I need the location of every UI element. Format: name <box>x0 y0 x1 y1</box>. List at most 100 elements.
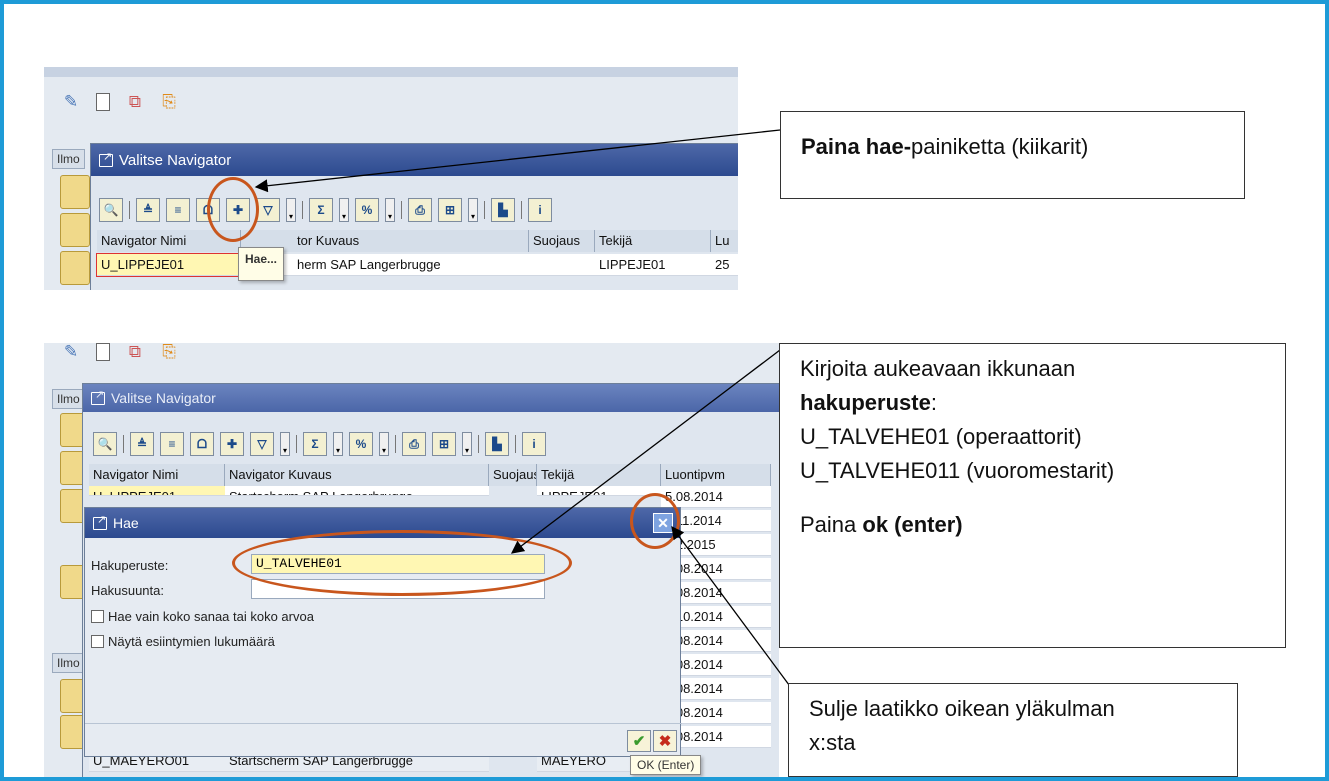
callout-search-button: Paina hae-painiketta (kiikarit) <box>780 111 1245 199</box>
sum-icon[interactable]: Σ <box>309 198 333 222</box>
column-header[interactable]: Suojaus <box>489 464 537 486</box>
callout-line: U_TALVEHE01 (operaattorit) <box>800 424 1082 449</box>
sort-asc-icon[interactable]: ≜ <box>136 198 160 222</box>
new-document-icon[interactable] <box>96 93 110 111</box>
dialog-title: Valitse Navigator <box>111 390 216 406</box>
checkbox-label: Näytä esiintymien lukumäärä <box>108 634 275 649</box>
transport-icon[interactable]: ⎘ <box>160 92 178 111</box>
callout-bold: hakuperuste <box>800 390 931 415</box>
print-icon[interactable]: ⎙ <box>408 198 432 222</box>
callout-bold: ok (enter) <box>862 512 963 537</box>
print-icon[interactable]: ⎙ <box>402 432 426 456</box>
details-icon[interactable]: 🔍 <box>93 432 117 456</box>
subtotal-icon[interactable]: % <box>349 432 373 456</box>
checkbox-box[interactable] <box>91 635 104 648</box>
dropdown-icon[interactable]: ▾ <box>339 198 349 222</box>
layout-icon[interactable]: ⊞ <box>432 432 456 456</box>
binoculars-highlight <box>207 177 259 242</box>
table-cell[interactable]: U_LIPPEJE01 <box>96 253 240 277</box>
dropdown-icon[interactable]: ▾ <box>379 432 389 456</box>
column-header[interactable]: Navigator Kuvaus <box>225 464 489 486</box>
side-button[interactable] <box>60 251 90 285</box>
cancel-button[interactable]: ✖ <box>653 730 677 752</box>
info-icon[interactable]: i <box>528 198 552 222</box>
dropdown-icon[interactable]: ▾ <box>385 198 395 222</box>
info-icon[interactable]: i <box>522 432 546 456</box>
callout-close: Sulje laatikko oikean yläkulman x:sta <box>788 683 1238 777</box>
subtotal-icon[interactable]: % <box>355 198 379 222</box>
column-header[interactable]: Luontipvm <box>661 464 771 486</box>
dropdown-icon[interactable]: ▾ <box>468 198 478 222</box>
callout-bold: Paina hae- <box>801 134 912 159</box>
copy-icon[interactable]: ⧉ <box>126 92 144 111</box>
ok-tooltip: OK (Enter) <box>630 755 702 775</box>
search-dialog-title: Hae <box>113 515 139 531</box>
callout-line: Sulje laatikko oikean yläkulman <box>809 696 1115 721</box>
table-cell[interactable]: 5.08.2014 <box>661 486 771 508</box>
search-field-highlight <box>232 530 572 596</box>
column-header[interactable]: Lu <box>711 230 738 252</box>
callout-line: hakuperuste: <box>800 386 1265 420</box>
ok-button[interactable]: ✔ <box>627 730 651 752</box>
edit-icon[interactable]: ✎ <box>62 92 80 111</box>
callout-search-criteria: Kirjoita aukeavaan ikkunaan hakuperuste:… <box>779 343 1286 648</box>
direction-label: Hakusuunta: <box>91 583 164 598</box>
callout-text: painiketta (kiikarit) <box>911 134 1089 159</box>
table-cell[interactable]: U_LIPPEJE01 <box>89 486 225 496</box>
filter-icon[interactable]: ▽ <box>250 432 274 456</box>
show-count-checkbox[interactable]: Näytä esiintymien lukumäärä <box>91 634 275 649</box>
dropdown-icon[interactable]: ▾ <box>280 432 290 456</box>
column-header[interactable]: Suojaus <box>529 230 595 252</box>
dialog-icon <box>93 513 107 530</box>
search-tooltip: Hae... <box>238 247 285 281</box>
tab-ilmo[interactable]: Ilmo <box>52 653 85 673</box>
close-button-highlight <box>630 493 680 549</box>
callout-text: Paina <box>800 512 863 537</box>
transport-icon[interactable]: ⎘ <box>160 343 178 361</box>
layout-icon[interactable]: ⊞ <box>438 198 462 222</box>
dialog-titlebar: Valitse Navigator <box>91 144 738 176</box>
tab-ilmo[interactable]: Ilmo <box>52 389 85 409</box>
dropdown-icon[interactable]: ▾ <box>286 198 296 222</box>
dialog-icon <box>91 388 105 405</box>
callout-text: : <box>930 390 937 415</box>
export-icon[interactable]: ▙ <box>485 432 509 456</box>
copy-icon[interactable]: ⧉ <box>126 343 144 361</box>
callout-line: x:sta <box>809 730 856 755</box>
sort-desc-icon[interactable]: ≡ <box>160 432 184 456</box>
sort-desc-icon[interactable]: ≡ <box>166 198 190 222</box>
table-cell[interactable]: Startscherm SAP Langerbrugge <box>225 486 489 496</box>
checkbox-label: Hae vain koko sanaa tai koko arvoa <box>108 609 314 624</box>
navigator-table: Navigator Nimi tor Kuvaus Suojaus Tekijä… <box>96 230 738 290</box>
table-cell[interactable] <box>529 254 595 276</box>
select-navigator-dialog: Valitse Navigator 🔍 ≜ ≡ ᗝ ✚ ▽▾ Σ▾ %▾ ⎙ ⊞… <box>90 143 738 290</box>
whole-word-checkbox[interactable]: Hae vain koko sanaa tai koko arvoa <box>91 609 314 624</box>
checkbox-box[interactable] <box>91 610 104 623</box>
table-cell[interactable]: LIPPEJE01 <box>537 486 661 496</box>
details-icon[interactable]: 🔍 <box>99 198 123 222</box>
new-document-icon[interactable] <box>96 343 110 361</box>
dialog-toolbar: 🔍 ≜ ≡ ᗝ ✚ ▽ ▾ Σ ▾ % ▾ ⎙ ⊞ ▾ ▙ i <box>99 198 552 222</box>
column-header[interactable]: Navigator Nimi <box>89 464 225 486</box>
callout-line: U_TALVEHE011 (vuoromestarit) <box>800 458 1115 483</box>
find-next-icon[interactable]: ✚ <box>220 432 244 456</box>
dialog-title: Valitse Navigator <box>119 151 232 169</box>
find-binoculars-icon[interactable]: ᗝ <box>190 432 214 456</box>
dropdown-icon[interactable]: ▾ <box>462 432 472 456</box>
column-header[interactable]: Tekijä <box>595 230 711 252</box>
sort-asc-icon[interactable]: ≜ <box>130 432 154 456</box>
column-header[interactable]: tor Kuvaus <box>241 230 529 252</box>
table-cell[interactable]: LIPPEJE01 <box>595 254 711 276</box>
side-button[interactable] <box>60 175 90 209</box>
export-icon[interactable]: ▙ <box>491 198 515 222</box>
top-screenshot: ✎ ⧉ ⎘ Ilmo Valitse Navigator 🔍 ≜ ≡ ᗝ ✚ ▽… <box>44 67 738 290</box>
sum-icon[interactable]: Σ <box>303 432 327 456</box>
column-header[interactable]: Tekijä <box>537 464 661 486</box>
dropdown-icon[interactable]: ▾ <box>333 432 343 456</box>
table-cell[interactable]: 25 <box>711 254 738 276</box>
edit-icon[interactable]: ✎ <box>62 343 80 361</box>
filter-icon[interactable]: ▽ <box>256 198 280 222</box>
tab-ilmo[interactable]: Ilmo <box>52 149 85 169</box>
table-cell[interactable]: herm SAP Langerbrugge <box>241 254 529 276</box>
side-button[interactable] <box>60 213 90 247</box>
